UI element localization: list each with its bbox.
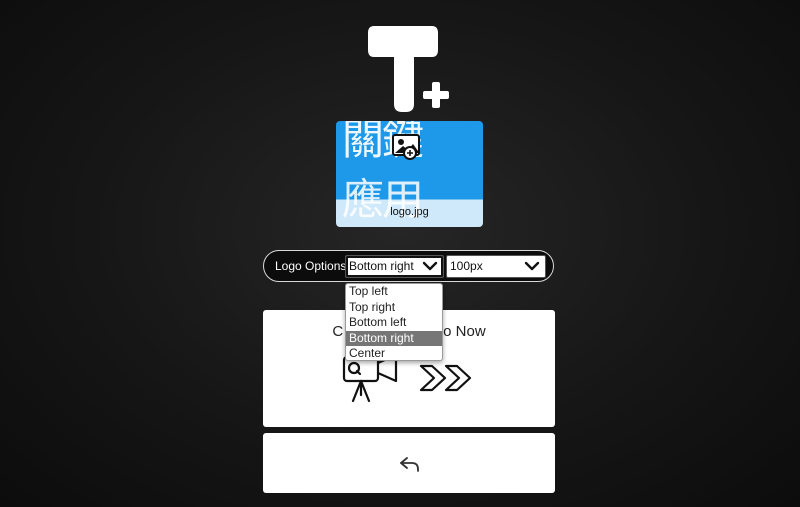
logo-position-dropdown[interactable]: Top left Top right Bottom left Bottom ri… [345, 283, 443, 361]
back-arrow-icon[interactable] [399, 455, 421, 473]
logo-options-label: Logo Options [275, 259, 347, 273]
position-option-top-left[interactable]: Top left [346, 284, 442, 300]
logo-position-value: Bottom right [349, 259, 414, 273]
uploaded-logo-thumbnail[interactable]: 關鍵 應用 logo.jpg [336, 121, 483, 227]
image-icon [392, 134, 420, 160]
chevron-down-icon [422, 261, 438, 271]
position-option-bottom-left[interactable]: Bottom left [346, 315, 442, 331]
position-option-top-right[interactable]: Top right [346, 300, 442, 316]
logo-size-value: 100px [450, 259, 483, 273]
double-chevron-right-icon[interactable] [418, 362, 478, 394]
logo-size-select[interactable]: 100px [446, 255, 546, 278]
thumbnail-filename: logo.jpg [390, 206, 429, 218]
t-plus-logo-icon [368, 26, 449, 112]
create-title-left: C [332, 323, 344, 340]
position-option-center[interactable]: Center [346, 346, 442, 360]
create-title-right: o Now [443, 323, 486, 340]
chevron-down-icon [524, 261, 540, 271]
logo-position-select[interactable]: Bottom right [345, 255, 444, 278]
position-option-bottom-right[interactable]: Bottom right [346, 330, 442, 346]
